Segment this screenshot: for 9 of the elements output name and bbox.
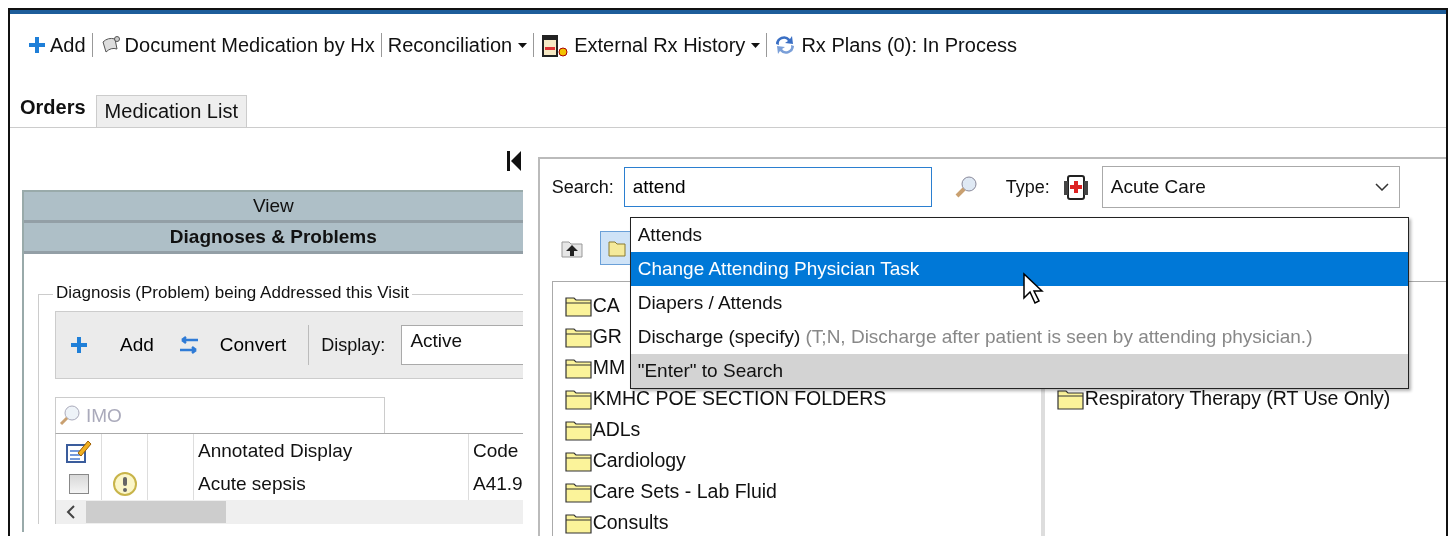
type-label: Type: (1005, 176, 1050, 198)
panel-header: View (24, 192, 523, 223)
column-header: Code (472, 438, 520, 463)
column-header: Annotated Display (194, 434, 469, 467)
section-header: Diagnoses & Problems (24, 223, 523, 254)
search-label: Search: (551, 176, 614, 198)
display-label: Display: (321, 334, 386, 356)
group-title: Diagnosis (Problem) being Addressed this Visit (53, 283, 413, 303)
table-cell-text: A41.9 (472, 471, 523, 496)
